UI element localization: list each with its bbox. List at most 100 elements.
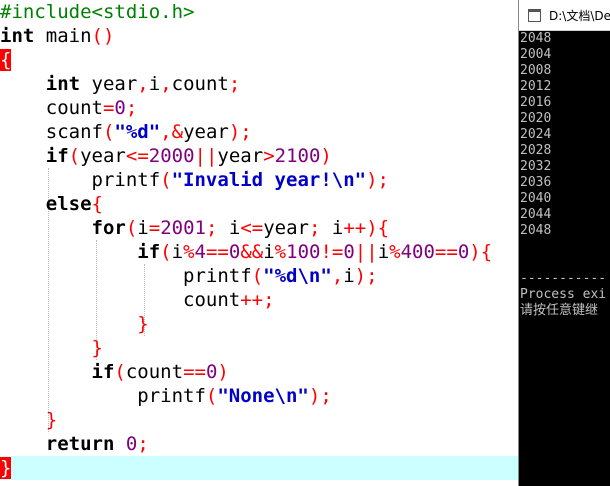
code-token: i [171, 241, 184, 263]
code-line[interactable]: int main() [0, 24, 520, 48]
code-line[interactable]: scanf("%d",&year); [0, 120, 520, 144]
code-token: || [354, 241, 378, 263]
code-token: 0 [205, 361, 218, 383]
code-token: % [274, 241, 287, 263]
code-token: 100 [286, 241, 321, 263]
code-token: printf [0, 169, 161, 191]
code-token: printf [0, 265, 252, 287]
console-titlebar[interactable]: D:\文档\De [519, 0, 610, 31]
code-token: if [45, 145, 69, 167]
code-line[interactable]: if(i%4==0&&i%100!=0||i%400==0){ [0, 240, 520, 264]
code-token: 4 [194, 241, 206, 263]
code-line[interactable]: printf("None\n"); [0, 384, 520, 408]
code-token: ++; [240, 289, 275, 311]
code-token: year [80, 73, 138, 95]
code-token: "%d\n" [263, 265, 332, 287]
code-token: () [91, 25, 115, 47]
console-output-line: 2024 [520, 127, 552, 142]
console-output-line: 2044 [520, 207, 552, 222]
code-token: ( [68, 145, 81, 167]
console-output-line: 2048 [520, 31, 552, 46]
code-token: > [263, 145, 275, 167]
code-token: 2000 [148, 145, 195, 167]
code-line[interactable]: printf("%d\n",i); [0, 264, 520, 288]
code-token: 2001 [160, 217, 206, 239]
code-token: ){ [469, 241, 493, 263]
code-line[interactable]: if(year<=2000||year>2100) [0, 144, 520, 168]
code-token: != [320, 241, 344, 263]
code-token: == [434, 241, 458, 263]
code-line[interactable]: #include<stdio.h> [0, 0, 520, 24]
console-output-line: 2016 [520, 95, 552, 110]
code-token: ) [320, 145, 332, 167]
code-token: { [91, 193, 103, 215]
code-token: #include<stdio.h> [0, 1, 195, 23]
code-token: 400 [400, 241, 435, 263]
code-line[interactable]: } [0, 312, 520, 336]
code-token: scanf [0, 121, 103, 143]
console-output-line: 2008 [520, 63, 552, 78]
console-window[interactable]: D:\文档\De 2048 2004 2008 2012 2016 2020 2024 202… [518, 0, 610, 486]
code-token: i [217, 217, 241, 239]
code-token: 0 [114, 97, 126, 119]
code-token: i [263, 241, 275, 263]
code-line[interactable]: printf("Invalid year!\n"); [0, 168, 520, 192]
code-line[interactable]: } [0, 408, 520, 432]
code-token: || [194, 145, 218, 167]
code-token: count [0, 289, 241, 311]
code-token: return [45, 433, 115, 455]
code-token: i [137, 217, 149, 239]
code-token: year [80, 145, 126, 167]
code-line[interactable]: } [0, 336, 520, 360]
console-window-icon [528, 9, 541, 22]
code-token: { [0, 49, 12, 71]
code-token: 0 [343, 241, 355, 263]
code-token: == [183, 361, 206, 383]
code-token: int [45, 73, 81, 95]
code-token: && [240, 241, 264, 263]
code-token: 2100 [274, 145, 321, 167]
code-token: year [183, 121, 229, 143]
code-token: ( [125, 217, 138, 239]
code-line[interactable]: for(i=2001; i<=year; i++){ [0, 216, 520, 240]
code-token: 0 [125, 433, 138, 455]
code-line[interactable]: count=0; [0, 96, 520, 120]
code-token: % [389, 241, 401, 263]
code-line[interactable]: { [0, 48, 520, 72]
code-line[interactable]: else{ [0, 192, 520, 216]
code-token: ) [217, 361, 229, 383]
code-token: <= [125, 145, 149, 167]
code-token: printf [0, 385, 206, 407]
code-token: ); [228, 121, 252, 143]
code-token: i [343, 265, 355, 287]
code-token: } [91, 337, 103, 359]
code-line[interactable]: if(count==0) [0, 360, 520, 384]
code-token: "Invalid year!\n" [171, 169, 367, 191]
code-token: ++){ [343, 217, 390, 239]
code-line[interactable]: return 0; [0, 432, 520, 456]
console-output-line: 2048 [520, 223, 552, 238]
code-token: "None\n" [217, 385, 309, 407]
code-token: ); [366, 169, 389, 191]
console-output-line: 2012 [520, 79, 552, 94]
code-token: ( [114, 361, 126, 383]
code-token: else [45, 193, 92, 215]
code-token: ( [102, 121, 115, 143]
code-token: 0 [457, 241, 470, 263]
code-line[interactable]: int year,i,count; [0, 72, 520, 96]
code-token: ,& [160, 121, 184, 143]
code-token: i [148, 73, 161, 95]
code-token: , [331, 265, 344, 287]
code-line[interactable]: count++; [0, 288, 520, 312]
code-token: ; [137, 433, 149, 455]
code-line[interactable]: } [0, 456, 520, 480]
code-editor[interactable]: #include<stdio.h> int main(){ int year,i,… [0, 0, 520, 486]
code-token: ; [228, 73, 241, 95]
code-token: % [183, 241, 195, 263]
